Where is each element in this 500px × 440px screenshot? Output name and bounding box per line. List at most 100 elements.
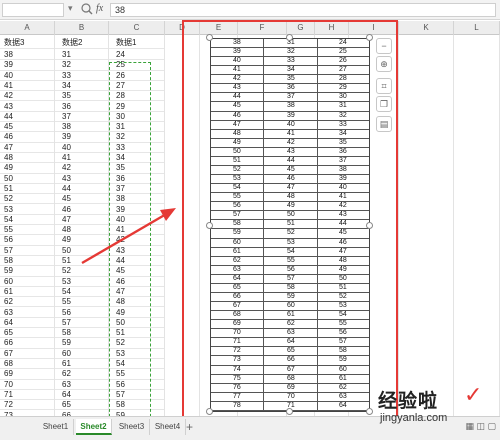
cell[interactable]: 47 <box>116 287 125 297</box>
cell[interactable]: 50 <box>116 318 125 328</box>
cell[interactable]: 52 <box>116 338 125 348</box>
header-cell[interactable]: 数据3 <box>4 37 24 49</box>
cell[interactable]: 44 <box>4 112 13 122</box>
cell[interactable]: 59 <box>4 266 13 276</box>
cell[interactable]: 24 <box>116 50 125 60</box>
table-row[interactable]: 50 43 36 <box>0 174 165 184</box>
cell[interactable]: 71 <box>4 390 13 400</box>
table-row[interactable]: 72 65 58 <box>0 400 165 411</box>
cell[interactable]: 51 <box>116 328 125 338</box>
cell[interactable]: 68 <box>4 359 13 369</box>
cell[interactable]: 47 <box>62 215 71 225</box>
cell[interactable]: 27 <box>116 81 125 91</box>
name-box[interactable] <box>2 3 64 17</box>
cell[interactable]: 50 <box>4 174 13 184</box>
cell[interactable]: 41 <box>62 153 71 163</box>
cell[interactable]: 60 <box>4 277 13 287</box>
cell[interactable]: 65 <box>4 328 13 338</box>
table-row[interactable]: 62 55 48 <box>0 297 165 308</box>
header-cell[interactable]: 数据2 <box>62 37 82 49</box>
cell[interactable]: 53 <box>4 205 13 215</box>
cell[interactable]: 42 <box>116 235 125 245</box>
cell[interactable]: 42 <box>62 163 71 173</box>
cell[interactable]: 38 <box>62 122 71 132</box>
cell[interactable]: 46 <box>62 205 71 215</box>
cell[interactable]: 57 <box>4 246 13 256</box>
cell[interactable]: 36 <box>116 174 125 184</box>
cell[interactable]: 34 <box>62 81 71 91</box>
table-row[interactable]: 41 34 27 <box>0 81 165 92</box>
formula-input[interactable]: 38 <box>110 3 496 17</box>
cell[interactable]: 50 <box>62 246 71 256</box>
resize-handle-mr[interactable] <box>366 222 373 229</box>
resize-handle-ml[interactable] <box>206 222 213 229</box>
column-header-k[interactable]: K <box>399 21 454 35</box>
cell[interactable]: 64 <box>4 318 13 328</box>
cell[interactable]: 62 <box>62 369 71 379</box>
tab-sheet1[interactable]: Sheet1 <box>38 419 74 435</box>
cell[interactable]: 61 <box>62 359 71 369</box>
cell[interactable]: 41 <box>4 81 13 91</box>
table-row[interactable]: 56 49 42 <box>0 235 165 246</box>
cell[interactable]: 48 <box>116 297 125 307</box>
table-row[interactable]: 70 63 56 <box>0 380 165 390</box>
cell[interactable]: 56 <box>4 235 13 245</box>
cell[interactable]: 42 <box>4 91 13 101</box>
cell[interactable]: 46 <box>4 132 13 142</box>
cell[interactable]: 47 <box>4 143 13 153</box>
chevron-down-icon[interactable]: ▾ <box>68 3 73 14</box>
cell[interactable]: 28 <box>116 91 125 101</box>
cell[interactable]: 31 <box>62 50 71 60</box>
cell[interactable]: 48 <box>62 225 71 235</box>
minus-circle-icon[interactable]: − <box>376 38 392 54</box>
add-sheet-button[interactable]: + <box>186 419 193 435</box>
table-row[interactable]: 67 60 53 <box>0 349 165 359</box>
table-row[interactable]: 63 56 49 <box>0 308 165 318</box>
table-row[interactable]: 61 54 47 <box>0 287 165 298</box>
cell[interactable]: 34 <box>116 153 125 163</box>
cell[interactable]: 43 <box>4 102 13 112</box>
zoom-icon[interactable] <box>80 2 94 16</box>
resize-handle-tl[interactable] <box>206 34 213 41</box>
resize-handle-bl[interactable] <box>206 408 213 415</box>
cell[interactable]: 63 <box>62 380 71 390</box>
column-header-l[interactable]: L <box>454 21 500 35</box>
table-row[interactable]: 65 58 51 <box>0 328 165 339</box>
cell[interactable]: 40 <box>116 215 125 225</box>
table-row[interactable]: 49 42 35 <box>0 163 165 174</box>
resize-handle-tc[interactable] <box>286 34 293 41</box>
table-row[interactable]: 51 44 37 <box>0 184 165 195</box>
tab-sheet2[interactable]: Sheet2 <box>76 419 112 435</box>
cell[interactable]: 66 <box>4 338 13 348</box>
table-row[interactable]: 46 39 32 <box>0 132 165 143</box>
table-row[interactable]: 43 36 29 <box>0 102 165 112</box>
cell[interactable]: 39 <box>116 205 125 215</box>
cell[interactable]: 58 <box>4 256 13 266</box>
cell[interactable]: 29 <box>116 102 125 112</box>
cell[interactable]: 49 <box>62 235 71 245</box>
table-row[interactable]: 42 35 28 <box>0 91 165 102</box>
cell[interactable]: 38 <box>116 194 125 204</box>
column-header-c[interactable]: C <box>109 21 165 35</box>
table-row[interactable]: 59 52 45 <box>0 266 165 277</box>
table-row[interactable]: 45 38 31 <box>0 122 165 133</box>
cell[interactable]: 60 <box>62 349 71 359</box>
header-cell[interactable]: 数据1 <box>116 37 136 49</box>
cell[interactable]: 58 <box>116 400 125 410</box>
layout-icon[interactable]: ▤ <box>376 116 392 132</box>
cell[interactable]: 33 <box>116 143 125 153</box>
cell[interactable]: 51 <box>62 256 71 266</box>
cell[interactable]: 55 <box>62 297 71 307</box>
table-row[interactable]: 60 53 46 <box>0 277 165 287</box>
cell[interactable]: 57 <box>116 390 125 400</box>
cell[interactable]: 32 <box>62 60 71 70</box>
cell[interactable]: 43 <box>62 174 71 184</box>
resize-handle-tr[interactable] <box>366 34 373 41</box>
cell[interactable]: 53 <box>62 277 71 287</box>
cell[interactable]: 62 <box>4 297 13 307</box>
cell[interactable]: 72 <box>4 400 13 410</box>
cell[interactable]: 46 <box>116 277 125 287</box>
table-row[interactable]: 48 41 34 <box>0 153 165 164</box>
cell[interactable]: 30 <box>116 112 125 122</box>
table-row[interactable]: 57 50 43 <box>0 246 165 256</box>
